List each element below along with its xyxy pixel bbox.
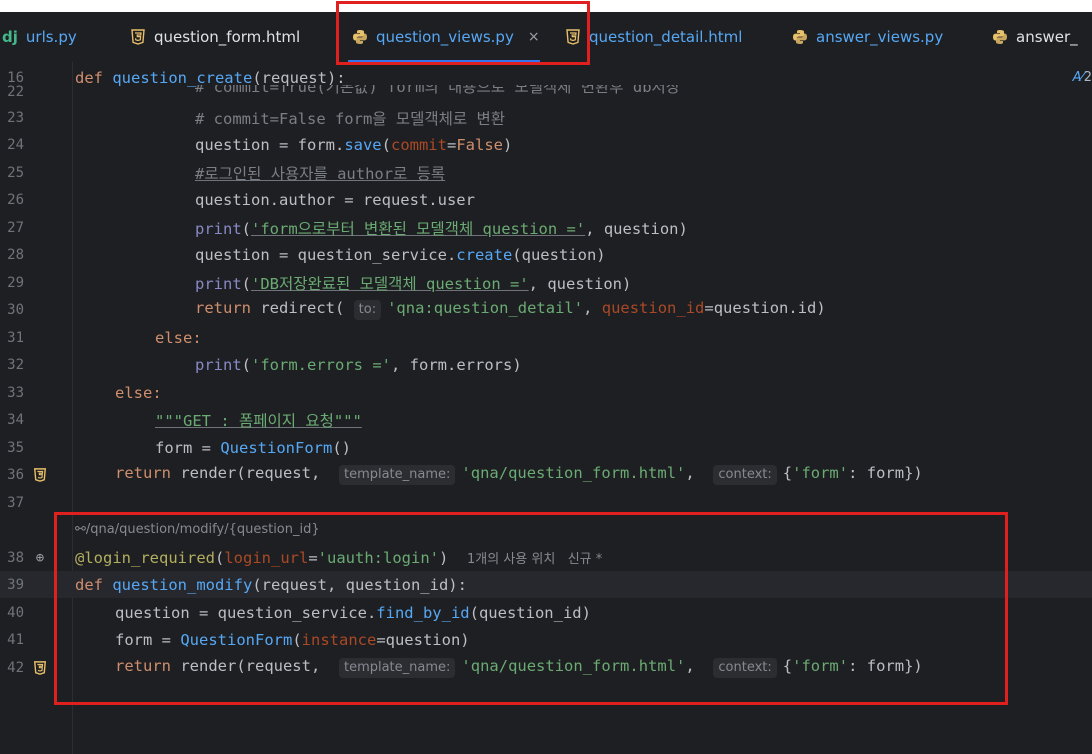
code-line-30[interactable]: 30 return redirect( to:'qna:question_det… (0, 296, 1092, 323)
python-icon (352, 29, 368, 45)
code-line-38[interactable]: 38 ⊕ @login_required(login_url='uauth:lo… (0, 544, 1092, 571)
param-hint-template-name: template_name: (338, 658, 456, 678)
django-icon: dj (2, 28, 18, 46)
tab-urls-py[interactable]: dj urls.py (2, 12, 77, 62)
tab-label: question_form.html (154, 28, 301, 46)
code-line-29[interactable]: 29 print('DB저장완료된 모델객체 question =', ques… (0, 269, 1092, 296)
code-line-40[interactable]: 40 question = question_service.find_by_i… (0, 599, 1092, 626)
param-hint-context: context: (713, 465, 777, 485)
link-icon: ⚯ (75, 522, 86, 537)
globe-endpoint-icon[interactable]: ⊕ (32, 550, 48, 566)
code-line-28[interactable]: 28 question = question_service.create(qu… (0, 241, 1092, 268)
usage-inlay: 1개의 사용 위치 신규 * (467, 552, 603, 567)
code-line-32[interactable]: 32 print('form.errors =', form.errors) (0, 351, 1092, 378)
code-line-31[interactable]: 31 else: (0, 324, 1092, 351)
param-hint-to: to: (353, 300, 382, 320)
tab-label: answer_ (1016, 28, 1078, 46)
code-line-35[interactable]: 35 form = QuestionForm() (0, 434, 1092, 461)
html5-gutter-icon[interactable] (32, 467, 48, 483)
html5-icon (130, 29, 146, 45)
param-hint-context: context: (713, 658, 777, 678)
code-line-25[interactable]: 25 #로그인된 사용자를 author로 등록 (0, 159, 1092, 186)
tab-label: answer_views.py (816, 28, 944, 46)
tab-answer-overflow[interactable]: answer_ (992, 12, 1078, 62)
code-line-24[interactable]: 24 question = form.save(commit=False) (0, 131, 1092, 158)
code-line-42[interactable]: 42 return render(request, template_name:… (0, 654, 1092, 681)
python-icon (792, 29, 808, 45)
window-top-strip (0, 0, 1092, 12)
code-line-34[interactable]: 34 """GET : 폼페이지 요청""" (0, 406, 1092, 433)
tab-question-form-html[interactable]: question_form.html (130, 12, 300, 62)
code-line-23[interactable]: 23 # commit=False form을 모델객체로 변환 (0, 104, 1092, 131)
code-line-26[interactable]: 26 question.author = request.user (0, 186, 1092, 213)
tab-question-views-py[interactable]: question_views.py × (340, 12, 548, 62)
code-line-36[interactable]: 36 return render(request, template_name:… (0, 461, 1092, 488)
editor-tab-bar: dj urls.py question_form.html question_v… (0, 0, 1092, 62)
tab-label: question_detail.html (589, 28, 743, 46)
tab-answer-views-py[interactable]: answer_views.py (792, 12, 943, 62)
code-line-39[interactable]: 39 def question_modify(request, question… (0, 571, 1092, 598)
code-line-33[interactable]: 33 else: (0, 379, 1092, 406)
param-hint-template-name: template_name: (338, 465, 456, 485)
code-line-37[interactable]: 37 (0, 489, 1092, 516)
code-line-22[interactable]: 22 # commit=True(기본값) form의 내용으로 모델객체 변환… (0, 85, 1092, 99)
code-line-27[interactable]: 27 print('form으로부터 변환된 모델객체 question =',… (0, 214, 1092, 241)
tab-question-detail-html[interactable]: question_detail.html (565, 12, 742, 62)
html5-icon (565, 29, 581, 45)
url-inlay-hint[interactable]: ⚯/qna/question/modify/{question_id} (0, 516, 1092, 543)
close-tab-icon[interactable]: × (528, 29, 540, 45)
html5-gutter-icon[interactable] (32, 660, 48, 676)
code-line-41[interactable]: 41 form = QuestionForm(instance=question… (0, 626, 1092, 653)
python-icon (992, 29, 1008, 45)
tab-label: urls.py (25, 28, 77, 46)
tab-label: question_views.py (376, 28, 514, 46)
